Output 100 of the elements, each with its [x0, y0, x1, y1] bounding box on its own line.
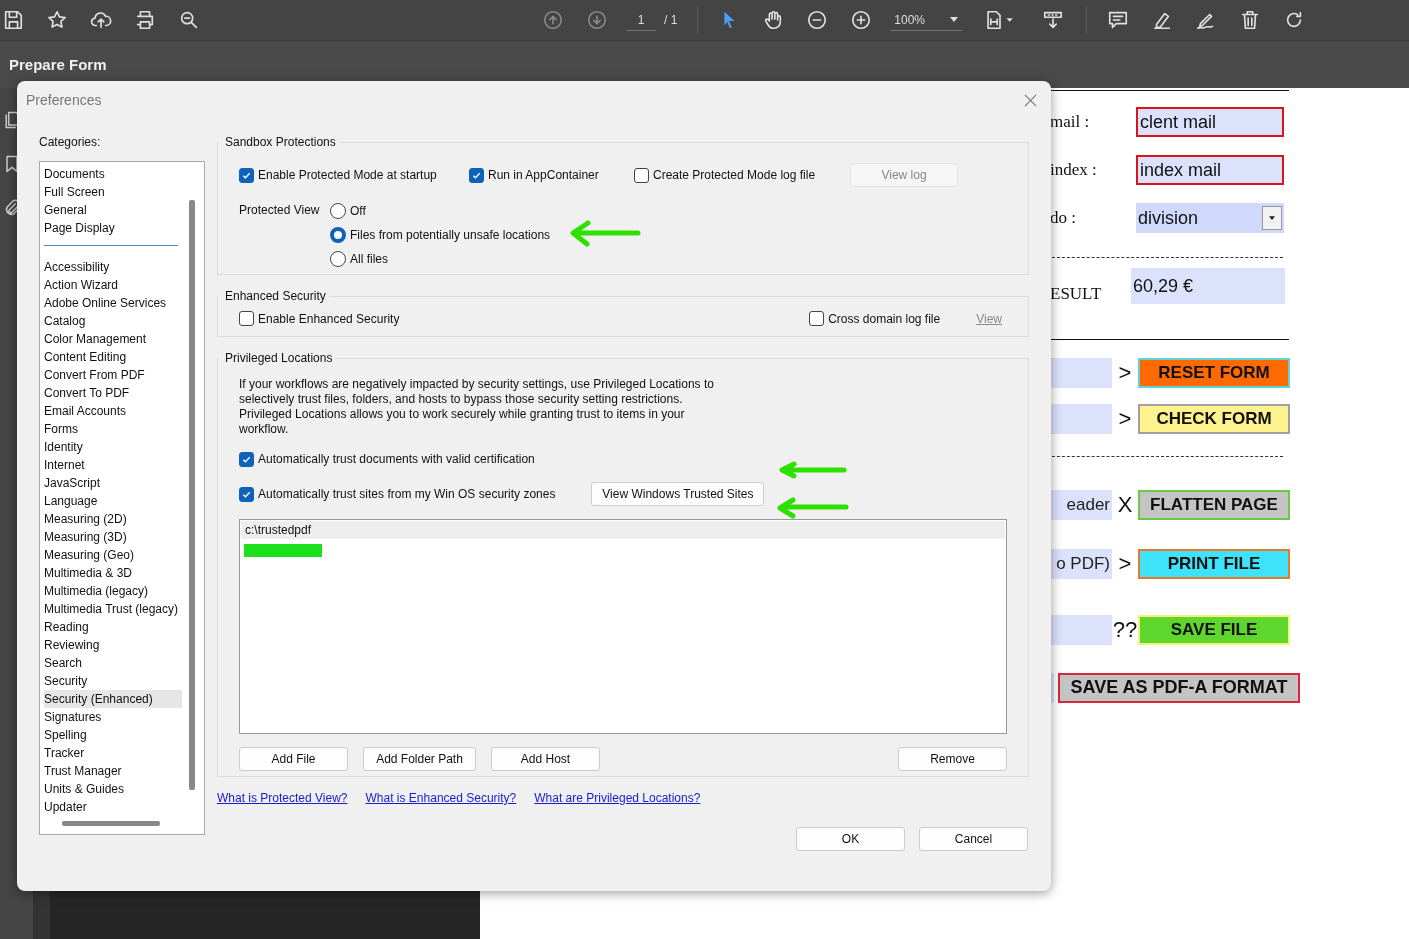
- add-button[interactable]: Add Host: [491, 747, 600, 771]
- category-item[interactable]: Convert To PDF: [44, 384, 185, 402]
- scrollbar[interactable]: [189, 200, 195, 790]
- help-link[interactable]: What is Enhanced Security?: [365, 791, 517, 805]
- comment-icon[interactable]: [1107, 9, 1130, 31]
- category-item[interactable]: Color Management: [44, 330, 185, 348]
- category-item[interactable]: Spelling: [44, 726, 185, 744]
- zoom-in-icon[interactable]: [850, 9, 873, 31]
- next-page-icon[interactable]: [586, 9, 608, 31]
- category-item[interactable]: Catalog: [44, 312, 185, 330]
- group-title: Privileged Locations: [224, 351, 334, 365]
- form-button[interactable]: SAVE AS PDF-A FORMAT: [1058, 672, 1300, 703]
- arrow-annotation: [778, 460, 848, 480]
- remove-button[interactable]: Remove: [898, 747, 1007, 771]
- category-item[interactable]: Units & Guides: [44, 780, 185, 798]
- category-item[interactable]: Security (Enhanced): [44, 690, 182, 708]
- category-item[interactable]: Full Screen: [44, 183, 185, 201]
- text-field[interactable]: [1050, 403, 1112, 434]
- page-total: / 1: [664, 13, 678, 27]
- text-field[interactable]: eader: [1050, 489, 1112, 520]
- radio-button[interactable]: [330, 203, 346, 219]
- text-field[interactable]: clent mail: [1136, 107, 1284, 137]
- radio-button[interactable]: [330, 227, 346, 243]
- search-icon[interactable]: [178, 9, 200, 31]
- category-item[interactable]: Adobe Online Services: [44, 294, 185, 312]
- tool-title: Prepare Form: [9, 56, 107, 73]
- category-item[interactable]: Measuring (Geo): [44, 546, 185, 564]
- checkbox-label: Enable Enhanced Security: [258, 311, 400, 326]
- scrollbar[interactable]: [62, 821, 160, 826]
- checkbox[interactable]: [239, 451, 254, 467]
- category-item[interactable]: Internet: [44, 456, 185, 474]
- print-icon[interactable]: [134, 9, 156, 31]
- category-item[interactable]: Content Editing: [44, 348, 185, 366]
- category-item[interactable]: Convert From PDF: [44, 366, 185, 384]
- checkbox[interactable]: [809, 311, 825, 326]
- category-item[interactable]: Multimedia (legacy): [44, 582, 185, 600]
- cancel-button[interactable]: Cancel: [919, 827, 1028, 851]
- checkbox-label: Automatically trust documents with valid certification: [258, 452, 535, 466]
- category-item[interactable]: Documents: [44, 165, 185, 183]
- checkbox[interactable]: [239, 311, 254, 326]
- category-item[interactable]: Reading: [44, 618, 185, 636]
- zoom-dropdown[interactable]: 100%: [890, 9, 963, 31]
- category-item[interactable]: Action Wizard: [44, 276, 185, 294]
- text-field[interactable]: o PDF): [1050, 548, 1112, 579]
- ok-button[interactable]: OK: [796, 827, 905, 851]
- category-item[interactable]: Identity: [44, 438, 185, 456]
- checkbox[interactable]: [239, 167, 254, 183]
- result-field[interactable]: 60,29 €: [1131, 268, 1285, 304]
- location-item[interactable]: c:\trustedpdf: [241, 521, 1005, 539]
- save-icon[interactable]: [2, 9, 24, 31]
- text-field[interactable]: [1050, 357, 1112, 388]
- form-button[interactable]: SAVE FILE: [1138, 614, 1290, 645]
- radio-label: Files from potentially unsafe locations: [350, 228, 551, 242]
- checkbox[interactable]: [239, 486, 254, 502]
- view-trusted-sites-button[interactable]: View Windows Trusted Sites: [591, 482, 765, 506]
- text-field[interactable]: [1050, 614, 1112, 645]
- category-item[interactable]: Measuring (3D): [44, 528, 185, 546]
- text-field[interactable]: index mail: [1136, 155, 1284, 185]
- category-item[interactable]: Reviewing: [44, 636, 185, 654]
- category-item[interactable]: Accessibility: [44, 258, 185, 276]
- category-item[interactable]: JavaScript: [44, 474, 185, 492]
- form-button[interactable]: CHECK FORM: [1138, 403, 1290, 434]
- group-title: Enhanced Security: [224, 289, 327, 303]
- category-item[interactable]: Signatures: [44, 708, 185, 726]
- category-item[interactable]: General: [44, 201, 185, 219]
- scroll-mode-icon[interactable]: [1042, 9, 1065, 31]
- category-item[interactable]: Trust Manager: [44, 762, 185, 780]
- sign-text: X: [1116, 491, 1134, 518]
- category-item[interactable]: Forms: [44, 420, 185, 438]
- group-title: Sandbox Protections: [224, 135, 337, 149]
- add-button[interactable]: Add File: [239, 747, 348, 771]
- category-item[interactable]: Updater: [44, 798, 185, 816]
- category-item[interactable]: Page Display: [44, 219, 185, 237]
- close-icon[interactable]: [1024, 93, 1037, 107]
- category-item[interactable]: Language: [44, 492, 185, 510]
- category-item[interactable]: Search: [44, 654, 185, 672]
- category-item[interactable]: Tracker: [44, 744, 185, 762]
- zoom-out-icon[interactable]: [806, 9, 829, 31]
- form-button[interactable]: FLATTEN PAGE: [1138, 489, 1290, 520]
- category-item[interactable]: Multimedia & 3D: [44, 564, 185, 582]
- dropdown-field[interactable]: division: [1136, 203, 1284, 233]
- checkbox[interactable]: [469, 167, 484, 183]
- category-item[interactable]: Multimedia Trust (legacy): [44, 600, 185, 618]
- page-number-field[interactable]: 1: [626, 9, 656, 31]
- form-button[interactable]: PRINT FILE: [1138, 548, 1290, 579]
- add-button[interactable]: Add Folder Path: [363, 747, 476, 771]
- form-button[interactable]: RESET FORM: [1138, 357, 1290, 388]
- star-icon[interactable]: [46, 9, 68, 31]
- help-link[interactable]: What is Protected View?: [217, 791, 348, 805]
- help-link[interactable]: What are Privileged Locations?: [534, 791, 701, 805]
- previous-page-icon[interactable]: [542, 9, 564, 31]
- checkbox[interactable]: [634, 167, 649, 183]
- field-label: do :: [1050, 208, 1077, 228]
- checkbox-label: Enable Protected Mode at startup: [258, 168, 437, 182]
- caret-icon: [1269, 216, 1275, 220]
- category-item[interactable]: Measuring (2D): [44, 510, 185, 528]
- category-item[interactable]: Email Accounts: [44, 402, 185, 420]
- radio-button[interactable]: [330, 251, 346, 267]
- cloud-upload-icon[interactable]: [90, 9, 112, 31]
- category-item[interactable]: Security: [44, 672, 185, 690]
